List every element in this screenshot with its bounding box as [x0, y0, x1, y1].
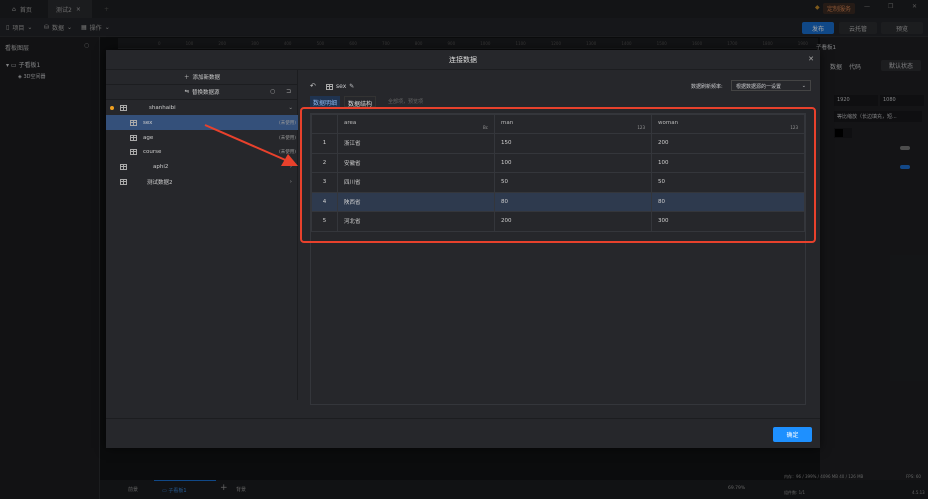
- annotation-arrow: [204, 124, 298, 166]
- arrow-shaft: [204, 124, 291, 163]
